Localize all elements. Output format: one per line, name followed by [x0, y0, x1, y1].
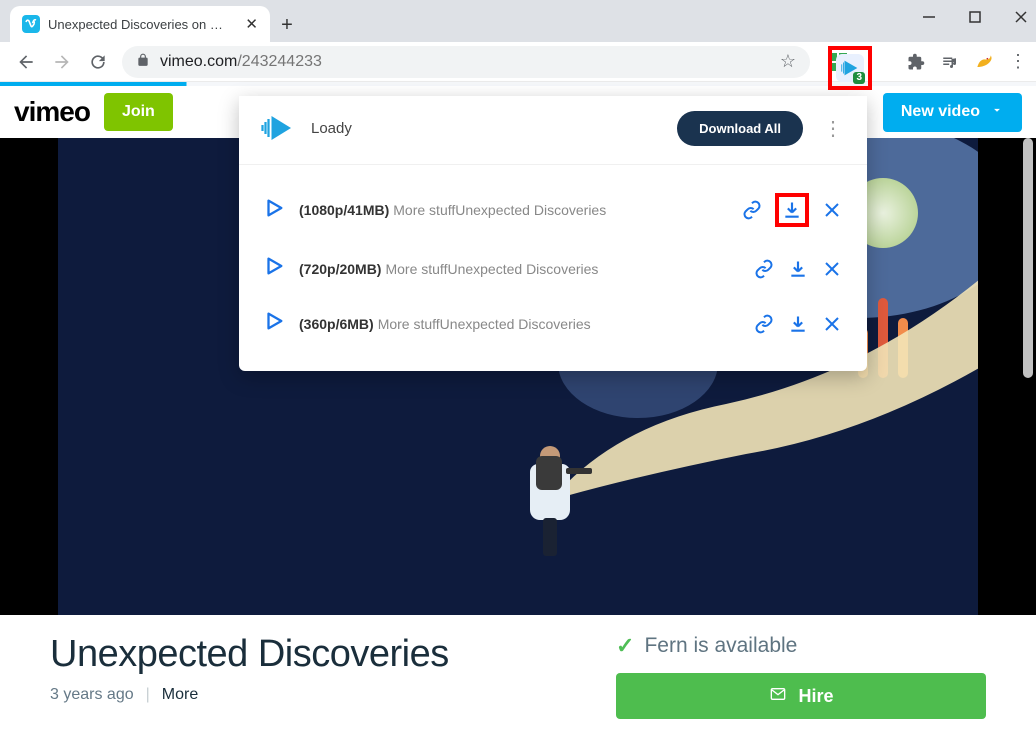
loady-logo-icon	[261, 110, 297, 146]
extension-badge-count: 3	[853, 72, 865, 84]
item-quality: (1080p/41MB)	[299, 202, 389, 218]
illustration-person	[530, 446, 570, 556]
join-button[interactable]: Join	[104, 93, 173, 131]
close-tab-button[interactable]: ✕	[245, 15, 258, 33]
meta-divider: |	[146, 686, 150, 704]
lock-icon	[136, 52, 150, 71]
envelope-icon	[768, 686, 788, 707]
download-button[interactable]	[787, 258, 809, 280]
back-button[interactable]	[14, 50, 38, 74]
availability-text: Fern is available	[644, 634, 797, 658]
below-video-section: Unexpected Discoveries 3 years ago | Mor…	[0, 615, 1036, 719]
copy-link-button[interactable]	[753, 313, 775, 335]
popup-item: (720p/20MB) More stuffUnexpected Discove…	[239, 241, 867, 296]
extensions-puzzle-icon[interactable]	[904, 50, 928, 74]
remove-item-button[interactable]	[821, 199, 843, 221]
item-description: More stuffUnexpected Discoveries	[378, 316, 591, 332]
copy-link-button[interactable]	[741, 199, 763, 221]
download-all-button[interactable]: Download All	[677, 111, 803, 146]
remove-item-button[interactable]	[821, 313, 843, 335]
download-button[interactable]	[781, 199, 803, 221]
minimize-button[interactable]	[920, 8, 938, 26]
bookmark-star-icon[interactable]: ☆	[780, 51, 796, 72]
item-description: More stuffUnexpected Discoveries	[385, 261, 598, 277]
browser-tab[interactable]: Unexpected Discoveries on Vime ✕	[10, 6, 270, 42]
vimeo-favicon-icon	[22, 15, 40, 33]
popup-header: Loady Download All ⋮	[239, 96, 867, 165]
loady-popup: Loady Download All ⋮ (1080p/41MB) More s…	[239, 96, 867, 371]
chevron-down-icon	[990, 103, 1004, 122]
reload-button[interactable]	[86, 50, 110, 74]
popup-item: (1080p/41MB) More stuffUnexpected Discov…	[239, 179, 867, 241]
new-video-label: New video	[901, 103, 980, 121]
ext-bird-icon[interactable]	[972, 50, 996, 74]
page-scrollbar[interactable]	[1021, 138, 1033, 615]
forward-button[interactable]	[50, 50, 74, 74]
highlight-download-button	[775, 193, 809, 227]
item-quality: (360p/6MB)	[299, 316, 374, 332]
video-more-link[interactable]: More	[162, 686, 198, 704]
chrome-menu-button[interactable]: ⋮	[1006, 50, 1030, 74]
download-button[interactable]	[787, 313, 809, 335]
video-title: Unexpected Discoveries	[50, 633, 596, 676]
tab-title: Unexpected Discoveries on Vime	[48, 17, 228, 32]
ext-music-icon[interactable]	[938, 50, 962, 74]
popup-item-list: (1080p/41MB) More stuffUnexpected Discov…	[239, 165, 867, 371]
highlight-loady-extension: 3	[828, 46, 872, 90]
play-icon	[263, 197, 285, 224]
maximize-button[interactable]	[966, 8, 984, 26]
remove-item-button[interactable]	[821, 258, 843, 280]
video-meta: 3 years ago | More	[50, 686, 596, 704]
popup-app-name: Loady	[311, 120, 352, 137]
check-icon: ✓	[616, 633, 634, 659]
scroll-thumb[interactable]	[1023, 138, 1033, 378]
close-window-button[interactable]	[1012, 8, 1030, 26]
loady-extension-button[interactable]: 3	[836, 54, 864, 82]
tab-strip: Unexpected Discoveries on Vime ✕ +	[0, 0, 1036, 42]
url-text: vimeo.com/243244233	[160, 53, 322, 71]
new-tab-button[interactable]: +	[270, 8, 304, 42]
vimeo-logo[interactable]: vimeo	[14, 96, 90, 128]
browser-toolbar: vimeo.com/243244233 ☆ ⋮	[0, 42, 1036, 82]
play-icon	[263, 255, 285, 282]
item-description: More stuffUnexpected Discoveries	[393, 202, 606, 218]
window-controls	[920, 8, 1030, 26]
copy-link-button[interactable]	[753, 258, 775, 280]
new-video-button[interactable]: New video	[883, 93, 1022, 132]
popup-item: (360p/6MB) More stuffUnexpected Discover…	[239, 296, 867, 351]
address-bar[interactable]: vimeo.com/243244233 ☆	[122, 46, 810, 78]
video-age: 3 years ago	[50, 686, 134, 704]
hire-label: Hire	[798, 686, 833, 707]
hire-button[interactable]: Hire	[616, 673, 986, 719]
item-quality: (720p/20MB)	[299, 261, 381, 277]
popup-menu-button[interactable]: ⋮	[817, 116, 849, 141]
availability-row: ✓ Fern is available	[616, 633, 986, 673]
play-icon	[263, 310, 285, 337]
